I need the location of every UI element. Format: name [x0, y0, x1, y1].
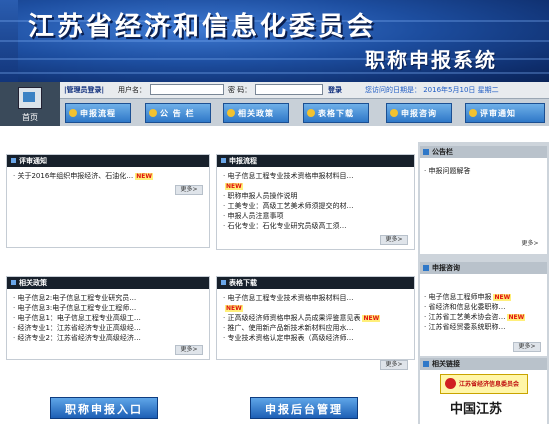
panel-icon [221, 158, 226, 163]
more-button[interactable]: 更多> [380, 235, 408, 245]
list-item[interactable]: · 电子信息2:电子信息工程专业研究员… [13, 293, 205, 303]
panel-review-notice: 评审通知 · 关于2016年组织申报经济、石油化… NEW 更多> [6, 154, 210, 248]
password-label: 密 码： [228, 86, 252, 94]
login-button[interactable]: 登录 [328, 85, 342, 95]
new-badge-row: NEW [225, 183, 243, 190]
panel-header: 相关政策 [7, 277, 209, 289]
username-label: 用户名： [118, 86, 146, 94]
nav-icon [469, 109, 477, 117]
list-item[interactable]: · 电子信息工程专业技术资格申报材料目… [223, 293, 410, 303]
list-item[interactable]: · 电子信息3:电子信息工程专业工程师… [13, 303, 205, 313]
visit-date: 您访问的日期是： 2016年5月10日 星期二 [365, 86, 499, 94]
panel-header: 申报流程 [217, 155, 414, 167]
site-title: 江苏省经济和信息化委员会 [28, 12, 377, 42]
monitor-icon [18, 87, 42, 109]
more-button[interactable]: 更多> [175, 345, 203, 355]
system-subtitle: 职称申报系统 [365, 48, 497, 72]
emblem-icon [445, 378, 456, 389]
sidebar-links: 相关链接 江苏省经济信息委员会 中国江苏 [420, 358, 547, 424]
list-item[interactable]: · 电子信息工程专业技术资格申报材料目… [223, 171, 410, 181]
panel-icon [221, 280, 226, 285]
admin-backend-button[interactable]: 申报后台管理 [250, 397, 358, 419]
list-item[interactable]: · 经济专业2：江苏省经济专业高级经济… [13, 333, 205, 343]
main-content: 评审通知 · 关于2016年组织申报经济、石油化… NEW 更多> 申报流程 · … [0, 126, 418, 424]
panel-policy: 相关政策 · 电子信息2:电子信息工程专业研究员… · 电子信息3:电子信息工程… [6, 276, 210, 360]
list-item[interactable]: · 推广、使用新产品新技术新材料应用水… [223, 323, 410, 333]
nav-notice-board[interactable]: 公 告 栏 [145, 103, 211, 123]
sidebar-notice-item[interactable]: · 申报问题解答 [424, 166, 470, 176]
nav-apply-process[interactable]: 申报流程 [65, 103, 131, 123]
sidebar-consult: 申报咨询 · 电子信息工程师申报 NEW · 省经济和信息化委职称… · 江苏省工… [420, 262, 547, 356]
new-badge-row: NEW [225, 305, 243, 312]
nav-icon [69, 109, 77, 117]
list-item[interactable]: · 经济专业1：江苏省经济专业正高级经… [13, 323, 205, 333]
panel-icon [11, 158, 16, 163]
list-item[interactable]: · 工美专业：高级工艺美术师须提交的材… [223, 201, 410, 211]
password-input[interactable] [255, 84, 323, 95]
notice-icon [423, 149, 429, 155]
list-item[interactable]: · 江苏省经贸委系统职称… [424, 322, 505, 332]
panel-header: 评审通知 [7, 155, 209, 167]
list-item[interactable]: · 电子信息工程师申报 NEW [424, 292, 512, 302]
nav-icon [307, 109, 315, 117]
list-item[interactable]: · 关于2016年组织申报经济、石油化… NEW [13, 171, 205, 181]
login-bar: |管理员登录| 用户名： 密 码： 登录 您访问的日期是： 2016年5月10日… [60, 82, 549, 99]
sidebar-header: 公告栏 [420, 146, 547, 158]
nav-review-notice[interactable]: 评审通知 [465, 103, 545, 123]
list-item[interactable]: · 省经济和信息化委职称… [424, 302, 505, 312]
more-button[interactable]: 更多> [513, 342, 541, 352]
main-nav: 申报流程 公 告 栏 相关政策 表格下载 申报咨询 评审通知 [60, 99, 549, 126]
list-item[interactable]: · 电子信息1：电子信息工程专业高级工… [13, 313, 205, 323]
sidebar-notice: 公告栏 · 申报问题解答 更多> [420, 146, 547, 254]
panel-header: 表格下载 [217, 277, 414, 289]
panel-apply-process: 申报流程 · 电子信息工程专业技术资格申报材料目… NEW · 职称申报人员操作… [216, 154, 415, 250]
nav-icon [227, 109, 235, 117]
more-button[interactable]: 更多> [517, 240, 543, 248]
list-item[interactable]: · 石化专业：石化专业研究员级高工须… [223, 221, 410, 231]
link-logo-china-jiangsu[interactable]: 中国江苏 [450, 398, 502, 417]
header-banner: 江苏省经济和信息化委员会 职称申报系统 [0, 0, 549, 82]
right-sidebar: 公告栏 · 申报问题解答 更多> 申报咨询 · 电子信息工程师申报 NEW · 省… [418, 142, 549, 424]
list-item[interactable]: · 专业技术资格认定申报表（高级经济师… [223, 333, 410, 343]
more-button[interactable]: 更多> [380, 360, 408, 370]
nav-icon [390, 109, 398, 117]
nav-consult[interactable]: 申报咨询 [386, 103, 452, 123]
sidebar-header: 相关链接 [420, 358, 547, 370]
admin-login-title: |管理员登录| [64, 86, 105, 94]
apply-entry-button[interactable]: 职称申报入口 [50, 397, 158, 419]
consult-icon [423, 265, 429, 271]
list-item[interactable]: · 江苏省工艺美术协会咨… NEW [424, 312, 526, 322]
username-input[interactable] [150, 84, 224, 95]
panel-forms-download: 表格下载 · 电子信息工程专业技术资格申报材料目… NEW · 正高级经济师资格… [216, 276, 415, 370]
more-button[interactable]: 更多> [175, 185, 203, 195]
home-button[interactable]: 首页 [0, 82, 61, 126]
link-logo-jiangsu-eic[interactable]: 江苏省经济信息委员会 [440, 374, 528, 394]
link-icon [423, 361, 429, 367]
list-item[interactable]: · 职称申报人员操作说明 [223, 191, 410, 201]
panel-icon [11, 280, 16, 285]
sidebar-header: 申报咨询 [420, 262, 547, 274]
nav-icon [149, 109, 157, 117]
nav-forms-download[interactable]: 表格下载 [303, 103, 369, 123]
home-label: 首页 [22, 113, 38, 122]
nav-policy[interactable]: 相关政策 [223, 103, 289, 123]
list-item[interactable]: · 正高级经济师资格申报人员成果评鉴意见表 NEW [223, 313, 410, 323]
list-item[interactable]: · 申报人员注意事项 [223, 211, 410, 221]
